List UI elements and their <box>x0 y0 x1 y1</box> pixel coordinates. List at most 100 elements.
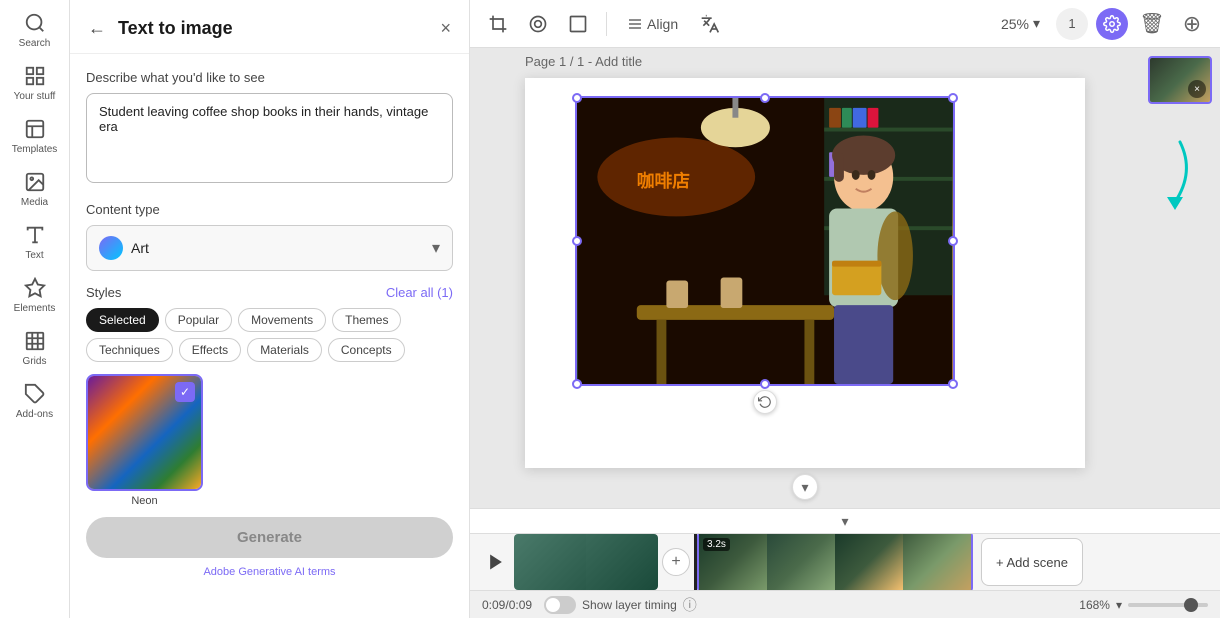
crop-tool-button[interactable] <box>482 8 514 40</box>
timeline-expand-button[interactable]: ▾ <box>833 509 857 533</box>
generate-button[interactable]: Generate <box>86 517 453 558</box>
main-area: Align 25% ▾ 1 🗑 ⊕ <box>470 0 1220 618</box>
frame-tool-button[interactable] <box>562 8 594 40</box>
chip-themes[interactable]: Themes <box>332 308 401 332</box>
delete-button[interactable]: 🗑 <box>1136 8 1168 40</box>
active-clip-2[interactable] <box>767 534 835 590</box>
handle-bottom-left[interactable] <box>572 379 582 389</box>
page-number-label: 1 <box>1068 16 1075 31</box>
ai-terms-link[interactable]: Adobe Generative AI terms <box>86 566 453 578</box>
chip-techniques[interactable]: Techniques <box>86 338 173 362</box>
chip-selected[interactable]: Selected <box>86 308 159 332</box>
sidebar-item-elements[interactable]: Elements <box>0 269 70 322</box>
frame-icon <box>568 14 588 34</box>
canvas-image-element[interactable]: 咖啡店 <box>575 96 955 386</box>
chip-movements[interactable]: Movements <box>238 308 326 332</box>
translate-tool-button[interactable] <box>694 8 726 40</box>
clip-thumb-2[interactable] <box>586 534 658 590</box>
handle-bottom-right[interactable] <box>948 379 958 389</box>
crop-icon <box>488 14 508 34</box>
zoom-chevron-icon: ▾ <box>1033 15 1040 32</box>
chip-effects[interactable]: Effects <box>179 338 241 362</box>
settings-button[interactable] <box>1096 8 1128 40</box>
timeline-content: + 3.2s + Add scene <box>470 534 1220 590</box>
media-icon <box>24 171 46 193</box>
content-type-label: Content type <box>86 202 453 217</box>
sidebar-item-grids[interactable]: Grids <box>0 322 70 375</box>
template-icon <box>24 118 46 140</box>
zoom-thumb[interactable] <box>1184 598 1198 612</box>
active-clip-4[interactable] <box>903 534 971 590</box>
clear-all-button[interactable]: Clear all (1) <box>386 285 453 300</box>
sidebar: Search Your stuff Templates Media Text E… <box>0 0 70 618</box>
canvas-area: Page 1 / 1 - Add title 咖啡店 <box>470 48 1140 508</box>
chevron-down-icon: ▾ <box>432 238 440 258</box>
canvas-image-svg: 咖啡店 <box>577 98 953 384</box>
close-scene-button[interactable]: × <box>1188 80 1206 98</box>
style-grid: ✓ Neon <box>86 374 453 507</box>
content-type-dropdown[interactable]: Art ▾ <box>86 225 453 271</box>
handle-right-mid[interactable] <box>948 236 958 246</box>
panel-title: Text to image <box>118 18 428 39</box>
sidebar-item-addons[interactable]: Add-ons <box>0 375 70 428</box>
main-toolbar: Align 25% ▾ 1 🗑 ⊕ <box>470 0 1220 48</box>
text-to-image-panel: ← Text to image × Describe what you'd li… <box>70 0 470 618</box>
timeline: ▾ + 3.2s <box>470 508 1220 618</box>
align-button[interactable]: Align <box>619 12 686 36</box>
handle-top-left[interactable] <box>572 93 582 103</box>
add-scene-button[interactable]: + Add scene <box>981 538 1083 586</box>
panel-header: ← Text to image × <box>70 0 469 54</box>
handle-top-mid[interactable] <box>760 93 770 103</box>
flip-tool-button[interactable] <box>522 8 554 40</box>
zoom-slider[interactable] <box>1128 603 1208 607</box>
add-button[interactable]: ⊕ <box>1176 8 1208 40</box>
info-icon[interactable]: ⓘ <box>683 595 697 615</box>
sidebar-item-your-stuff[interactable]: Your stuff <box>0 57 70 110</box>
scene-thumbnail[interactable]: × <box>1148 56 1212 104</box>
grid-icon <box>24 65 46 87</box>
sidebar-item-search[interactable]: Search <box>0 4 70 57</box>
zoom-chevron-icon[interactable]: ▾ <box>1116 598 1122 612</box>
content-type-icon <box>99 236 123 260</box>
clip-group-1 <box>514 534 658 590</box>
play-icon <box>486 552 506 572</box>
align-icon <box>627 16 643 32</box>
close-panel-button[interactable]: × <box>438 16 453 41</box>
zoom-control[interactable]: 25% ▾ <box>993 11 1048 36</box>
styles-chips: Selected Popular Movements Themes Techni… <box>86 308 453 362</box>
sidebar-item-text[interactable]: Text <box>0 216 70 269</box>
clip-thumb-1[interactable] <box>514 534 586 590</box>
play-button[interactable] <box>478 544 514 580</box>
toggle-switch[interactable] <box>544 596 576 614</box>
prompt-textarea[interactable]: Student leaving coffee shop books in the… <box>86 93 453 183</box>
sidebar-item-media[interactable]: Media <box>0 163 70 216</box>
back-button[interactable]: ← <box>86 16 108 41</box>
chip-concepts[interactable]: Concepts <box>328 338 405 362</box>
canvas-expand-btn[interactable]: ▾ <box>792 474 818 500</box>
style-thumb-neon: ✓ <box>86 374 203 491</box>
active-clip-3[interactable] <box>835 534 903 590</box>
describe-label: Describe what you'd like to see <box>86 70 453 85</box>
toggle-knob <box>546 598 560 612</box>
align-label: Align <box>647 16 678 32</box>
grids-icon <box>24 330 46 352</box>
timeline-zoom-value: 168% <box>1079 598 1110 612</box>
chip-materials[interactable]: Materials <box>247 338 322 362</box>
add-clip-button[interactable]: + <box>662 548 690 576</box>
chip-popular[interactable]: Popular <box>165 308 232 332</box>
addons-icon <box>24 383 46 405</box>
page-number-button[interactable]: 1 <box>1056 8 1088 40</box>
rotate-handle[interactable] <box>753 390 777 414</box>
handle-top-right[interactable] <box>948 93 958 103</box>
canvas-image-inner: 咖啡店 <box>577 98 953 384</box>
time-display: 0:09/0:09 <box>482 598 532 612</box>
sidebar-label-templates: Templates <box>12 144 58 155</box>
sidebar-label-addons: Add-ons <box>16 409 53 420</box>
timeline-bottom: 0:09/0:09 Show layer timing ⓘ 168% ▾ <box>470 590 1220 618</box>
style-card-neon[interactable]: ✓ Neon <box>86 374 203 507</box>
styles-header: Styles Clear all (1) <box>86 285 453 300</box>
handle-bottom-mid[interactable] <box>760 379 770 389</box>
search-icon <box>24 12 46 34</box>
handle-left-mid[interactable] <box>572 236 582 246</box>
sidebar-item-templates[interactable]: Templates <box>0 110 70 163</box>
